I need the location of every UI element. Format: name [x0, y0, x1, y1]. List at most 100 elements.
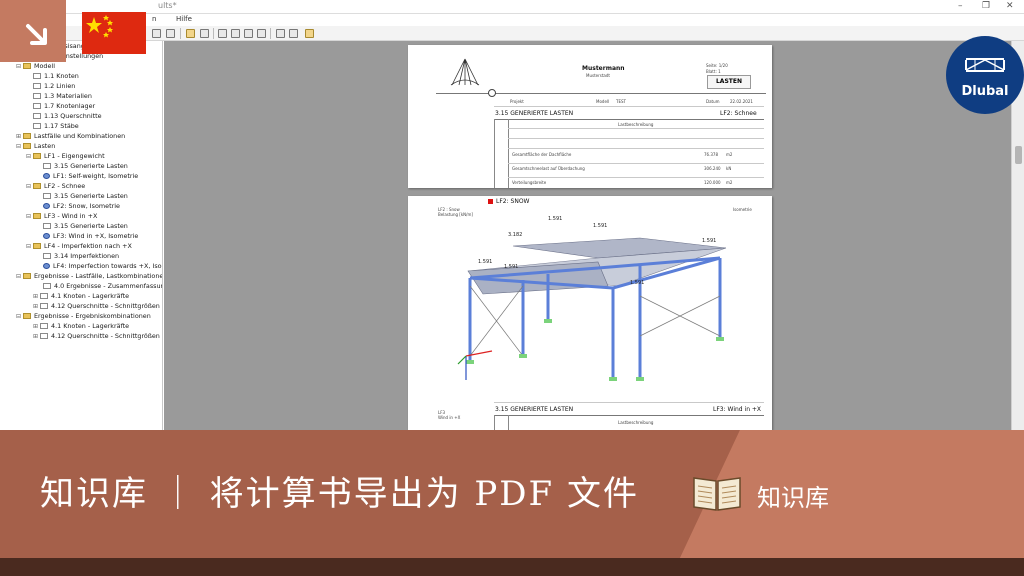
svg-text:1.591: 1.591 [478, 259, 492, 265]
tree-item[interactable]: 4.0 Ergebnisse - Zusammenfassung [43, 281, 162, 291]
collapse-icon[interactable]: ⊟ [26, 242, 32, 252]
tree-item[interactable]: ⊟ LF3 - Wind in +X [26, 211, 97, 221]
tree-item[interactable]: 1.7 Knotenlager [33, 101, 95, 111]
page-copy-icon[interactable] [244, 29, 253, 38]
svg-text:1.591: 1.591 [548, 216, 562, 222]
tree-item[interactable]: ⊞ 4.12 Querschnitte - Schnittgrößen [33, 331, 160, 341]
table-cell: m2 [726, 152, 733, 157]
tree-item[interactable]: 1.3 Materialien [33, 91, 92, 101]
section-box: LASTEN [707, 75, 751, 89]
section-title-2: 3.15 GENERIERTE LASTEN [495, 406, 574, 413]
menu-help[interactable]: Hilfe [176, 15, 192, 23]
minimize-icon[interactable]: – [958, 1, 963, 11]
toolbar [0, 26, 1024, 41]
tree-item[interactable]: 1.1 Knoten [33, 71, 79, 81]
graphic-icon [43, 233, 50, 239]
menu-item-fragment[interactable]: n [152, 15, 156, 23]
table-cell: 306.240 [704, 166, 721, 171]
folder-icon [33, 213, 41, 219]
tree-item[interactable]: ⊟ LF4 - Imperfektion nach +X [26, 241, 132, 251]
tree-item[interactable]: ⊞ 4.12 Querschnitte - Schnittgrößen [33, 301, 160, 311]
tree-item[interactable]: ⊟ LF1 - Eigengewicht [26, 151, 105, 161]
menu-bar: n Hilfe [0, 14, 1024, 26]
maximize-icon[interactable]: ❐ [982, 1, 990, 11]
tree-item[interactable]: 1.17 Stäbe [33, 121, 79, 131]
tree-item[interactable]: 1.13 Querschnitte [33, 111, 102, 121]
tree-item[interactable]: ⊞ 4.1 Knoten - Lagerkräfte [33, 321, 129, 331]
window-title: ults* [158, 1, 177, 10]
support-icons [466, 319, 724, 381]
table-cell: 76.378 [704, 152, 718, 157]
collapse-icon[interactable]: ⊟ [26, 182, 32, 192]
table-cell: Verteilungsbreite [512, 180, 547, 185]
bracing [469, 285, 721, 357]
tree-item[interactable]: LF2: Snow, Isometrie [43, 201, 120, 211]
close-icon[interactable]: ✕ [1006, 1, 1014, 11]
collapse-icon[interactable]: ⊟ [26, 212, 32, 222]
table-border [508, 415, 509, 430]
folder-icon [23, 273, 31, 279]
navigator-tree: Modell-Basisangaben FE-Netz-Einstellunge… [0, 41, 163, 430]
corner-badge [0, 0, 66, 62]
tree-item[interactable]: ⊟ Lasten [16, 141, 55, 151]
tree-item[interactable]: ⊟ Modell [16, 61, 55, 71]
folder-icon [23, 143, 31, 149]
tree-item[interactable]: LF1: Self-weight, Isometrie [43, 171, 138, 181]
open-icon[interactable] [152, 29, 161, 38]
table-border [494, 415, 495, 430]
table-row-line [508, 148, 764, 149]
toolbar-separator [213, 28, 214, 39]
tree-item[interactable]: ⊟ Ergebnisse - Lastfälle, Lastkombination… [16, 271, 162, 282]
divider [494, 106, 764, 107]
toolbar-separator [180, 28, 181, 39]
tree-item[interactable]: ⊟ Ergebnisse - Ergebniskombinationen [16, 311, 151, 321]
company-city: Musterstadt [586, 73, 610, 78]
expand-icon[interactable]: ⊞ [33, 332, 39, 342]
table-header-2: Lastbeschreibung [618, 420, 654, 425]
divider [436, 93, 766, 94]
nav-next-icon[interactable] [289, 29, 298, 38]
doc-icon [33, 123, 41, 129]
page-icon[interactable] [218, 29, 227, 38]
book-icon [693, 477, 741, 511]
collapse-icon[interactable]: ⊟ [16, 272, 22, 282]
page-add-icon[interactable] [231, 29, 240, 38]
collapse-icon[interactable]: ⊟ [26, 152, 32, 162]
tree-item[interactable]: LF4: Imperfection towards +X, Isor [43, 261, 162, 271]
tree-item[interactable]: ⊞ 4.1 Knoten - Lagerkräfte [33, 291, 129, 301]
date-value: 22.02.2021 [730, 99, 753, 104]
settings-icon[interactable] [166, 29, 175, 38]
svg-text:1.591: 1.591 [702, 238, 716, 244]
table-cell: kN [726, 166, 732, 171]
svg-text:1.591: 1.591 [630, 280, 644, 286]
nav-first-icon[interactable] [276, 29, 285, 38]
graphic-icon [43, 263, 50, 269]
collapse-icon[interactable]: ⊟ [16, 62, 22, 72]
edit-icon[interactable] [186, 29, 195, 38]
folder-icon [33, 243, 41, 249]
svg-text:1.591: 1.591 [504, 264, 518, 270]
tool-icon[interactable] [305, 29, 314, 38]
divider [494, 415, 764, 416]
tree-item[interactable]: ⊞ Lastfälle und Kombinationen [16, 131, 125, 141]
tree-item[interactable]: 3.15 Generierte Lasten [43, 161, 128, 171]
doc-icon [40, 323, 48, 329]
header-meta: Seite: 1/20 [706, 63, 728, 68]
tree-item[interactable]: LF3: Wind in +X, Isometrie [43, 231, 138, 241]
page-export-icon[interactable] [257, 29, 266, 38]
tree-item[interactable]: 3.15 Generierte Lasten [43, 191, 128, 201]
model-value: TEST [616, 99, 626, 104]
tree-item[interactable]: 3.15 Generierte Lasten [43, 221, 128, 231]
section-load-case-2: LF3: Wind in +X [713, 406, 762, 413]
graphic-icon [43, 203, 50, 209]
tree-item[interactable]: ⊟ LF2 - Schnee [26, 181, 85, 191]
collapse-icon[interactable]: ⊟ [16, 312, 22, 322]
graphic-icon [43, 173, 50, 179]
doc-icon [33, 83, 41, 89]
print-icon[interactable] [200, 29, 209, 38]
structure-graphic: 1.591 1.591 1.591 3.182 1.591 1.591 1.59… [457, 216, 727, 381]
scrollbar-thumb[interactable] [1015, 146, 1022, 164]
tree-item[interactable]: 1.2 Linien [33, 81, 75, 91]
collapse-icon[interactable]: ⊟ [16, 142, 22, 152]
tree-item[interactable]: 3.14 Imperfektionen [43, 251, 119, 261]
